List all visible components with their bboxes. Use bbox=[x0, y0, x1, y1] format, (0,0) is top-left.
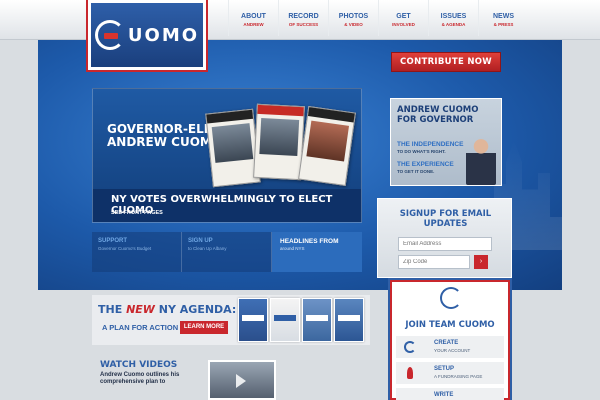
ny-agenda-promo: THE NEW NY AGENDA: A PLAN FOR ACTION LEA… bbox=[92, 295, 370, 345]
candidate-photo bbox=[466, 139, 496, 185]
gov-card-line2: FOR GOVERNOR bbox=[397, 115, 474, 125]
email-signup-box: SIGNUP FOR EMAIL UPDATES › bbox=[377, 198, 512, 278]
newspaper-image bbox=[253, 103, 305, 181]
team-step-setup[interactable]: SETUP A FUNDRAISING PAGE bbox=[396, 362, 504, 384]
videos-title[interactable]: WATCH VIDEOS bbox=[100, 360, 200, 370]
thermometer-icon bbox=[407, 367, 413, 379]
play-icon bbox=[236, 374, 246, 388]
see-front-pages-link[interactable]: SEE FRONT PAGES bbox=[111, 210, 163, 216]
ny-state-c-icon bbox=[440, 287, 462, 309]
quick-link-support[interactable]: SUPPORT Governor Cuomo's Budget bbox=[92, 232, 182, 272]
video-thumbnail[interactable] bbox=[208, 360, 276, 400]
nav-label: RECORD bbox=[288, 13, 319, 20]
agenda-subtitle: A PLAN FOR ACTION bbox=[102, 323, 179, 332]
gov-card-experience: THE EXPERIENCE bbox=[397, 161, 454, 168]
newspaper-front-pages bbox=[205, 99, 359, 191]
nav-sublabel: & VIDEO bbox=[344, 22, 363, 27]
nav-get-involved[interactable]: GET INVOLVED bbox=[378, 0, 428, 36]
agenda-book-cover[interactable] bbox=[238, 298, 268, 342]
main-nav: ABOUT ANDREW RECORD OF SUCCESS PHOTOS & … bbox=[228, 0, 528, 36]
team-step-create[interactable]: CREATE YOUR ACCOUNT bbox=[396, 336, 504, 358]
feature-banner: NY VOTES OVERWHELMINGLY TO ELECT CUOMO S… bbox=[93, 189, 361, 222]
agenda-book-cover[interactable] bbox=[270, 298, 300, 342]
signup-submit-button[interactable]: › bbox=[474, 255, 488, 269]
quick-link-title: SUPPORT bbox=[98, 238, 128, 244]
nav-label: GET bbox=[396, 13, 411, 20]
join-team-panel: JOIN TEAM CUOMO CREATE YOUR ACCOUNT SETU… bbox=[388, 278, 512, 400]
quick-link-sub: Governor Cuomo's Budget bbox=[98, 246, 152, 251]
nav-sublabel: OF SUCCESS bbox=[288, 22, 319, 27]
quick-link-sub: to Clean Up Albany bbox=[188, 246, 227, 251]
agenda-title-rest: NY AGENDA: bbox=[158, 303, 237, 316]
zip-code-field[interactable] bbox=[398, 255, 470, 269]
quick-link-title: HEADLINES FROM bbox=[280, 238, 339, 245]
account-icon bbox=[404, 341, 416, 353]
team-step-write[interactable]: WRITE bbox=[396, 388, 504, 400]
signup-title: SIGNUP FOR EMAIL UPDATES bbox=[399, 209, 492, 229]
agenda-book-cover[interactable] bbox=[334, 298, 364, 342]
contribute-button[interactable]: CONTRIBUTE NOW bbox=[391, 52, 501, 72]
join-team-title: JOIN TEAM CUOMO bbox=[405, 320, 495, 330]
gov-card-independence-sub: TO DO WHAT'S RIGHT. bbox=[397, 149, 446, 154]
agenda-book-cover[interactable] bbox=[302, 298, 332, 342]
agenda-title: THE NEW NY AGENDA: bbox=[98, 303, 236, 316]
nav-sublabel: & AGENDA bbox=[441, 22, 466, 27]
quick-link-sub: around NYS bbox=[280, 246, 305, 251]
quick-links: SUPPORT Governor Cuomo's Budget SIGN UP … bbox=[92, 232, 272, 272]
feature-panel[interactable]: GOVERNOR-ELECT ANDREW CUOMO NY VOTES OVE… bbox=[92, 88, 362, 223]
nav-label: NEWS bbox=[493, 13, 514, 20]
nav-sublabel: & PRESS bbox=[493, 22, 514, 27]
team-step-title: WRITE bbox=[434, 392, 454, 398]
ny-state-c-icon bbox=[94, 20, 125, 50]
gov-card-independence: THE INDEPENDENCE bbox=[397, 141, 464, 148]
logo-wordmark: UOMO bbox=[127, 24, 200, 46]
quick-link-sign-up[interactable]: SIGN UP to Clean Up Albany bbox=[182, 232, 272, 272]
quick-link-headlines[interactable]: HEADLINES FROM around NYS bbox=[272, 232, 362, 272]
cuomo-logo[interactable]: UOMO bbox=[86, 0, 208, 72]
team-step-title: CREATE bbox=[434, 340, 459, 346]
governor-promo-card[interactable]: ANDREW CUOMO FOR GOVERNOR THE INDEPENDEN… bbox=[390, 98, 502, 186]
learn-more-button[interactable]: LEARN MORE bbox=[180, 321, 228, 334]
gov-card-title: ANDREW CUOMO FOR GOVERNOR bbox=[397, 105, 479, 125]
nav-photos[interactable]: PHOTOS & VIDEO bbox=[328, 0, 378, 36]
quick-link-title: SIGN UP bbox=[188, 238, 213, 244]
videos-description: Andrew Cuomo outlines his comprehensive … bbox=[100, 372, 180, 385]
newspaper-image bbox=[298, 106, 356, 186]
gov-card-experience-sub: TO GET IT DONE. bbox=[397, 169, 435, 174]
agenda-title-the: THE bbox=[98, 303, 123, 316]
nav-sublabel: ANDREW bbox=[243, 22, 264, 27]
gov-card-line1: ANDREW CUOMO bbox=[397, 105, 479, 115]
email-field[interactable] bbox=[398, 237, 492, 251]
nav-label: ISSUES bbox=[440, 13, 467, 20]
nav-sublabel: INVOLVED bbox=[392, 22, 415, 27]
agenda-title-new: NEW bbox=[126, 303, 155, 316]
nav-label: PHOTOS bbox=[338, 13, 369, 20]
team-step-sub: A FUNDRAISING PAGE bbox=[434, 374, 483, 379]
team-step-title: SETUP bbox=[434, 366, 455, 372]
watch-videos-section: WATCH VIDEOS Andrew Cuomo outlines his c… bbox=[100, 360, 200, 386]
nav-about[interactable]: ABOUT ANDREW bbox=[228, 0, 278, 36]
nav-record[interactable]: RECORD OF SUCCESS bbox=[278, 0, 328, 36]
nav-label: ABOUT bbox=[241, 13, 266, 20]
team-step-sub: YOUR ACCOUNT bbox=[434, 348, 471, 353]
nav-news[interactable]: NEWS & PRESS bbox=[478, 0, 528, 36]
nav-issues[interactable]: ISSUES & AGENDA bbox=[428, 0, 478, 36]
